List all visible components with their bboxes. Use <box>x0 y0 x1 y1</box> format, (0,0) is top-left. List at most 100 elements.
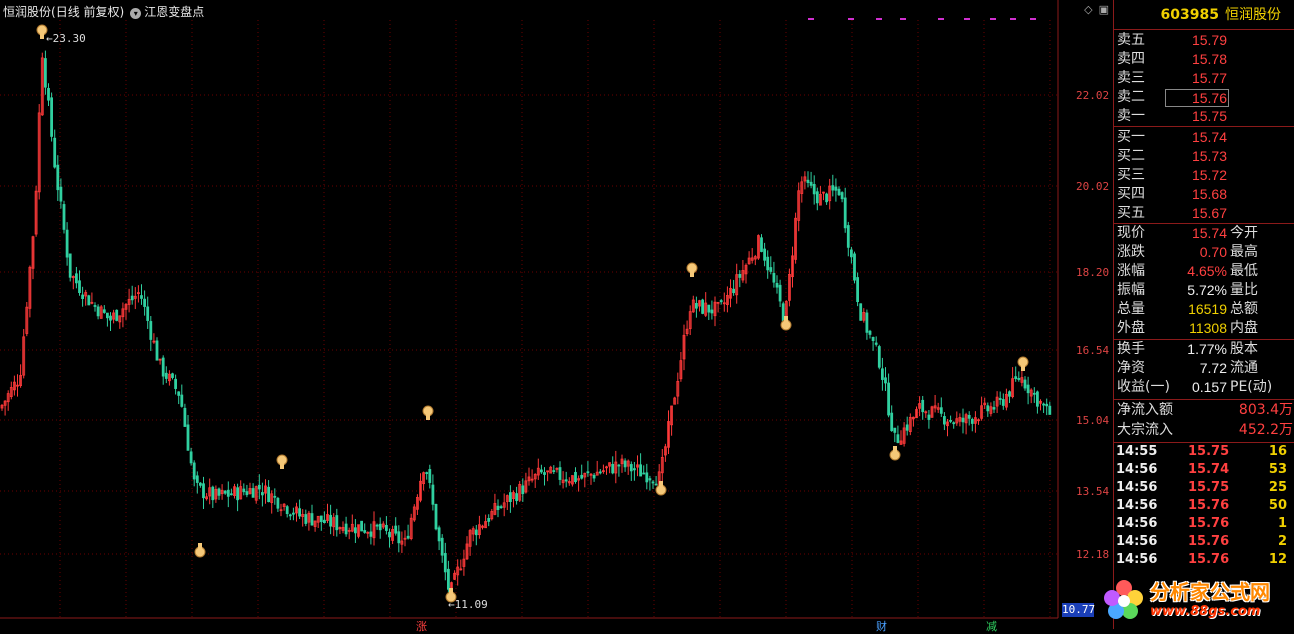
stat-row: 总量 16519 总额 <box>1114 300 1294 319</box>
candle-body <box>149 321 153 340</box>
tick-volume: 16 <box>1268 444 1287 459</box>
stat2-row: 净资 7.72 流通 <box>1114 359 1294 378</box>
candle-body <box>96 306 100 317</box>
candle-body <box>189 451 193 464</box>
event-mark-reduce[interactable]: 减 <box>986 618 997 634</box>
candle-body <box>840 192 844 200</box>
candle-body <box>508 492 512 502</box>
turning-point-marker-stem <box>659 481 663 487</box>
low-price-label: ←11.09 <box>448 598 488 611</box>
tick-volume: 2 <box>1277 534 1287 549</box>
candle-body <box>865 312 869 333</box>
ask-row[interactable]: 卖一 15.75 <box>1114 107 1294 126</box>
tick-row: 14:56 15.74 53 <box>1114 461 1294 479</box>
candle-body <box>732 288 735 294</box>
candle-body <box>515 493 518 502</box>
tick-time: 14:56 <box>1116 480 1158 495</box>
tick-time: 14:56 <box>1116 462 1158 477</box>
turning-point-marker-stem <box>426 414 430 420</box>
candle-body <box>226 489 230 497</box>
candle-body <box>437 527 441 542</box>
candle-body <box>397 531 401 544</box>
candle-body <box>927 414 931 420</box>
stat-value: 0.70 <box>1199 244 1227 260</box>
tick-row: 14:56 15.76 12 <box>1114 551 1294 569</box>
bid-label: 买三 <box>1117 167 1145 183</box>
candle-body <box>939 407 943 414</box>
stat2-row: 换手 1.77% 股本 <box>1114 340 1294 359</box>
tick-volume: 53 <box>1268 462 1287 477</box>
stat-label: 现价 <box>1117 225 1145 241</box>
candle-body <box>360 520 364 532</box>
window-toggle-icon[interactable]: ▣ <box>1099 3 1109 16</box>
chart-period: (日线 前复权) <box>51 5 125 19</box>
price-axis-tick: 15.04 <box>1076 414 1110 427</box>
tick-row: 14:56 15.75 25 <box>1114 479 1294 497</box>
chart-title: 恒润股份(日线 前复权) ▾ 江恩变盘点 <box>3 3 204 20</box>
candle-body <box>921 399 925 413</box>
candle-body <box>781 303 785 322</box>
candle-body <box>896 434 900 443</box>
stock-code: 603985 <box>1160 7 1219 23</box>
price-axis-tick: 22.02 <box>1076 89 1110 102</box>
kline-canvas[interactable] <box>0 0 1113 629</box>
candle-body <box>521 485 525 495</box>
candle-body <box>815 191 819 204</box>
bid-row[interactable]: 买四 15.68 <box>1114 185 1294 204</box>
stock-header: 603985 恒润股份 <box>1114 4 1294 26</box>
bid-row[interactable]: 买二 15.73 <box>1114 147 1294 166</box>
stat2-label-secondary: 股本 <box>1230 341 1258 357</box>
candle-body <box>106 312 109 319</box>
bid-price: 15.74 <box>1191 129 1227 145</box>
candle-body <box>474 529 478 536</box>
ask-row[interactable]: 卖五 15.79 <box>1114 31 1294 50</box>
candle-body <box>1026 384 1030 394</box>
candle-body <box>335 515 339 531</box>
signal-dot <box>964 18 970 20</box>
turning-point-marker-stem <box>1021 365 1025 371</box>
indicator-selector-icon[interactable]: ▾ <box>130 8 142 19</box>
signal-dot <box>876 18 882 20</box>
candle-body <box>195 475 199 483</box>
bid-row[interactable]: 买一 15.74 <box>1114 128 1294 147</box>
tick-row: 14:56 15.76 50 <box>1114 497 1294 515</box>
bid-label: 买一 <box>1117 129 1145 145</box>
candle-body <box>592 474 596 479</box>
kline-chart[interactable]: 恒润股份(日线 前复权) ▾ 江恩变盘点 ◇ ▣ 22.02 20.02 18.20 … <box>0 0 1113 633</box>
candle-body <box>192 462 196 480</box>
stat-label-secondary: 最高 <box>1230 244 1258 260</box>
ask-row[interactable]: 卖二 15.76 <box>1114 88 1294 107</box>
site-watermark: 分析家公式网 www.88gs.com <box>1098 572 1294 629</box>
candle-body <box>611 463 615 474</box>
candle-body <box>719 300 723 303</box>
candle-body <box>738 273 742 278</box>
event-mark-rise[interactable]: 涨 <box>416 618 427 634</box>
event-mark-finance[interactable]: 财 <box>876 618 887 634</box>
candle-body <box>140 295 143 299</box>
bid-row[interactable]: 买三 15.72 <box>1114 166 1294 185</box>
candle-body <box>53 137 57 168</box>
candle-body <box>651 481 655 484</box>
candle-body <box>772 272 776 283</box>
diamond-icon[interactable]: ◇ <box>1084 3 1092 16</box>
candle-body <box>425 472 429 474</box>
candle-body <box>180 394 184 407</box>
candle-body <box>701 299 704 314</box>
indicator-name[interactable]: 江恩变盘点 <box>144 5 204 19</box>
candle-body <box>887 382 890 416</box>
candle-body <box>998 398 1002 400</box>
chart-toolbar: ◇ ▣ <box>1078 3 1109 16</box>
candle-body <box>586 471 590 474</box>
candle-body <box>642 472 646 475</box>
candle-body <box>87 295 91 306</box>
current-price-marker: 10.77 <box>1062 603 1096 617</box>
ask-price: 15.79 <box>1191 32 1227 48</box>
candle-body <box>65 229 69 258</box>
candle-body <box>236 487 240 501</box>
ask-row[interactable]: 卖四 15.78 <box>1114 50 1294 69</box>
stat-value: 5.72% <box>1187 282 1227 298</box>
ask-row[interactable]: 卖三 15.77 <box>1114 69 1294 88</box>
watermark-url: www.88gs.com <box>1150 604 1261 619</box>
bid-row[interactable]: 买五 15.67 <box>1114 204 1294 223</box>
candle-body <box>217 488 221 496</box>
